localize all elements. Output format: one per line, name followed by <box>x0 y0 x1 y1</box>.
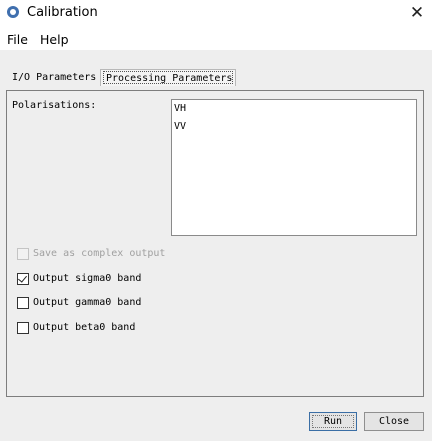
tab-processing-parameters[interactable]: Processing Parameters <box>100 69 236 86</box>
list-item-vh[interactable]: VH <box>172 100 416 118</box>
check-icon <box>18 273 27 283</box>
menu-file[interactable]: File <box>7 32 28 47</box>
app-icon <box>7 6 19 18</box>
run-button[interactable]: Run <box>309 412 357 431</box>
close-button-label: Close <box>378 416 410 427</box>
tab-io-parameters[interactable]: I/O Parameters <box>7 69 99 86</box>
gamma0-label: Output gamma0 band <box>33 297 142 308</box>
gamma0-checkbox[interactable] <box>17 297 29 309</box>
sigma0-label: Output sigma0 band <box>33 273 142 284</box>
menu-bar: File Help <box>0 28 432 50</box>
close-button[interactable]: Close <box>364 412 424 431</box>
close-window-icon[interactable]: ✕ <box>402 0 432 26</box>
polarisations-label: Polarisations: <box>12 100 97 111</box>
beta0-label: Output beta0 band <box>33 322 136 333</box>
save-complex-checkbox[interactable] <box>17 248 29 260</box>
polarisations-list[interactable]: VH VV <box>171 99 417 236</box>
save-complex-label: Save as complex output <box>33 248 166 259</box>
run-button-label: Run <box>323 416 343 427</box>
dialog-content: I/O Parameters Processing Parameters Pol… <box>0 50 432 441</box>
beta0-checkbox[interactable] <box>17 322 29 334</box>
processing-panel: Polarisations: VH VV Save as complex out… <box>6 90 424 397</box>
sigma0-checkbox[interactable] <box>17 273 29 285</box>
tab-processing-label: Processing Parameters <box>106 73 233 84</box>
title-bar: Calibration ✕ <box>0 0 432 26</box>
menu-help[interactable]: Help <box>40 32 69 47</box>
window-title: Calibration <box>27 5 98 20</box>
list-item-vv[interactable]: VV <box>172 118 416 136</box>
